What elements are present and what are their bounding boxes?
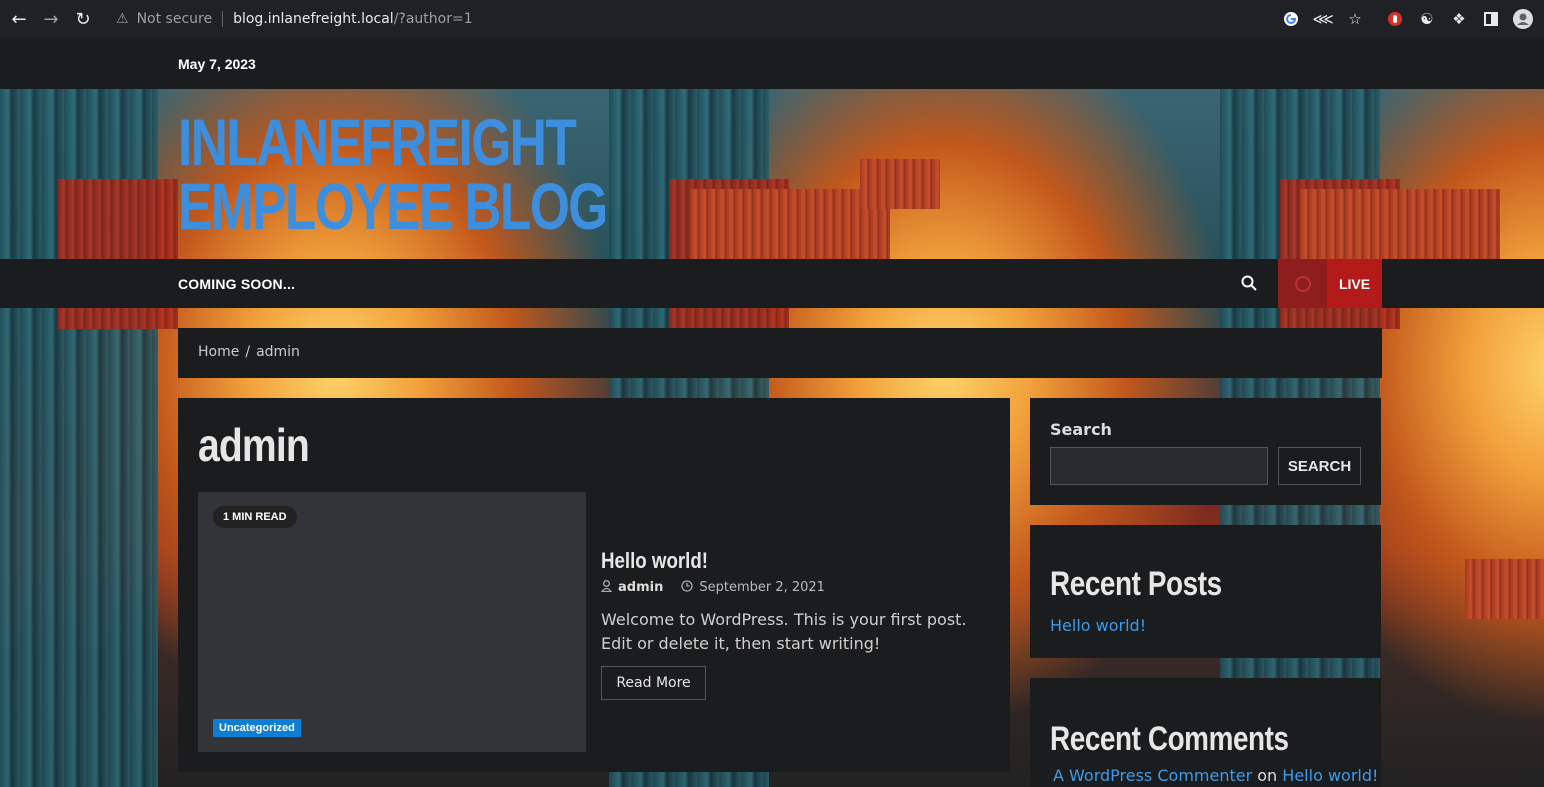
sidepanel-icon[interactable] xyxy=(1481,9,1501,29)
top-bar: May 7, 2023 xyxy=(0,38,1544,89)
reload-icon[interactable]: ↻ xyxy=(72,8,94,30)
search-input[interactable] xyxy=(1050,447,1268,485)
live-button[interactable]: LIVE xyxy=(1278,259,1382,308)
bookmark-star-icon[interactable]: ☆ xyxy=(1345,9,1365,29)
comment-post-link[interactable]: Hello world! xyxy=(1282,766,1378,785)
profile-avatar-icon[interactable] xyxy=(1513,9,1533,29)
post-author[interactable]: admin xyxy=(618,580,663,595)
recent-comments-title: Recent Comments xyxy=(1050,720,1289,758)
search-icon[interactable] xyxy=(1241,275,1257,295)
current-date: May 7, 2023 xyxy=(178,56,256,72)
clock-icon xyxy=(681,580,693,595)
read-time-badge: 1 MIN READ xyxy=(213,506,297,528)
share-icon[interactable]: ⋘ xyxy=(1312,9,1333,29)
search-button[interactable]: SEARCH xyxy=(1278,447,1361,485)
extension-red-icon[interactable] xyxy=(1385,9,1405,29)
url-path: /?author=1 xyxy=(393,11,473,27)
post-meta: admin September 2, 2021 xyxy=(600,580,825,595)
main-content: admin 1 MIN READ Uncategorized Hello wor… xyxy=(178,398,1010,772)
puzzle-icon[interactable]: ❖ xyxy=(1449,9,1469,29)
divider xyxy=(222,11,224,27)
site-title-line1: INLANEFREIGHT xyxy=(178,105,577,179)
breadcrumb: Home / admin xyxy=(178,328,1382,378)
post-thumbnail[interactable]: 1 MIN READ Uncategorized xyxy=(198,492,586,752)
browser-toolbar: ← → ↻ ⚠ Not secure blog.inlanefreight.lo… xyxy=(0,0,1544,38)
security-label: Not secure xyxy=(136,11,213,27)
back-icon[interactable]: ← xyxy=(8,8,30,30)
breadcrumb-current: admin xyxy=(256,344,300,360)
google-icon[interactable] xyxy=(1281,9,1301,29)
breadcrumb-home[interactable]: Home xyxy=(198,344,239,360)
page-title: admin xyxy=(198,419,310,471)
site-title-line2: EMPLOYEE BLOG xyxy=(178,169,608,243)
recent-comment-item: A WordPress Commenter on Hello world! xyxy=(1053,766,1378,785)
category-tag[interactable]: Uncategorized xyxy=(213,719,301,737)
recent-posts-widget: Recent Posts Hello world! xyxy=(1030,525,1381,658)
live-label: LIVE xyxy=(1327,259,1382,308)
warning-icon: ⚠ xyxy=(116,11,129,27)
recent-posts-title: Recent Posts xyxy=(1050,565,1222,603)
read-more-button[interactable]: Read More xyxy=(601,666,706,700)
site-title[interactable]: INLANEFREIGHT EMPLOYEE BLOG xyxy=(178,105,608,243)
post-title[interactable]: Hello world! xyxy=(601,548,708,574)
live-indicator-icon xyxy=(1278,259,1327,308)
search-label: Search xyxy=(1050,420,1112,439)
comment-on-text: on xyxy=(1257,766,1278,785)
post-date: September 2, 2021 xyxy=(699,580,825,595)
post-excerpt: Welcome to WordPress. This is your first… xyxy=(601,610,967,653)
search-widget: Search SEARCH xyxy=(1030,398,1381,505)
url-host: blog.inlanefreight.local xyxy=(233,11,394,27)
breadcrumb-separator: / xyxy=(245,344,251,360)
user-icon xyxy=(600,580,613,595)
nav-item-coming-soon[interactable]: COMING SOON... xyxy=(178,276,295,292)
address-bar[interactable]: ⚠ Not secure blog.inlanefreight.local /?… xyxy=(106,5,1274,33)
recent-comments-widget: Recent Comments A WordPress Commenter on… xyxy=(1030,678,1381,787)
recent-post-link[interactable]: Hello world! xyxy=(1050,616,1146,635)
comment-author-link[interactable]: A WordPress Commenter xyxy=(1053,766,1252,785)
forward-icon[interactable]: → xyxy=(40,8,62,30)
extension-glasses-icon[interactable]: ☯ xyxy=(1417,9,1437,29)
